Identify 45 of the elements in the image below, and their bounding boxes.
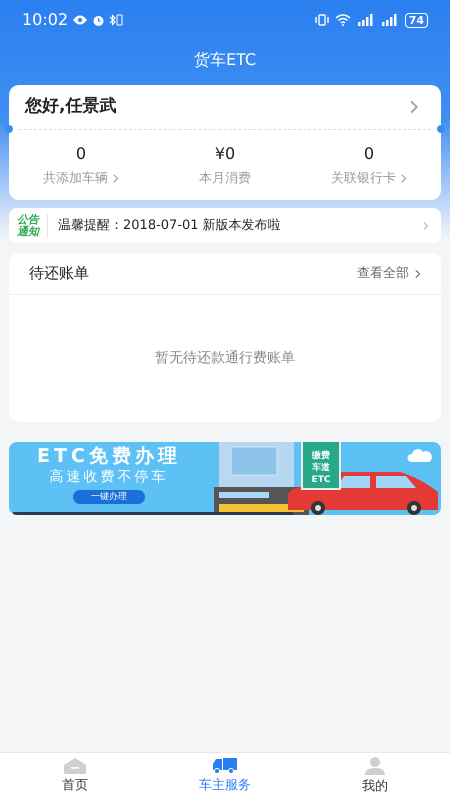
banner-subtitle: 高速收费不停车 bbox=[50, 468, 168, 486]
cloud-icon bbox=[407, 448, 433, 462]
truck-icon bbox=[213, 758, 237, 774]
view-all-link[interactable]: 查看全部 bbox=[357, 264, 421, 284]
sign-text: ETC bbox=[312, 474, 330, 486]
promo-banner[interactable]: 缴费 车道 ETC ETC免费办理 高速收费不停车 一键办理 bbox=[9, 442, 441, 515]
bluetooth-icon bbox=[109, 13, 124, 27]
sign-text: 缴费 bbox=[312, 450, 330, 462]
stat-value: 0 bbox=[364, 142, 374, 165]
alarm-icon bbox=[92, 14, 106, 26]
empty-message: 暂无待还款通行费账单 bbox=[155, 349, 295, 368]
card-notch bbox=[437, 125, 445, 133]
eye-icon bbox=[72, 14, 88, 26]
tab-item[interactable]: 我的 bbox=[300, 753, 450, 800]
sign-text: 车道 bbox=[312, 462, 330, 474]
stat-label[interactable]: 关联银行卡 bbox=[331, 168, 396, 188]
stat-value: ¥0 bbox=[214, 142, 236, 165]
chevron-icon bbox=[423, 220, 429, 230]
chevron-icon bbox=[410, 100, 419, 114]
chevron-icon bbox=[113, 174, 119, 183]
stat-label: 本月消费 bbox=[199, 170, 251, 188]
card-notch bbox=[5, 125, 13, 133]
battery-level: 74 bbox=[404, 12, 428, 28]
notice-badge-text: 通知 bbox=[17, 226, 39, 238]
signal-icon bbox=[380, 14, 399, 26]
chevron-icon bbox=[415, 268, 421, 278]
notice-text: 温馨提醒：2018-07-01 新版本发布啦 bbox=[58, 216, 282, 235]
greeting-text: 您好,任景武 bbox=[25, 95, 116, 118]
wifi-icon bbox=[334, 14, 351, 26]
vibrate-icon bbox=[314, 14, 329, 26]
notice-badge-text: 公告 bbox=[17, 214, 39, 226]
tab-item[interactable]: 首页 bbox=[0, 753, 150, 800]
signal-icon bbox=[356, 14, 375, 26]
home-icon bbox=[64, 758, 86, 774]
stat-label[interactable]: 共添加车辆 bbox=[43, 168, 108, 188]
chevron-icon bbox=[401, 174, 407, 183]
tab-item[interactable]: 车主服务 bbox=[150, 753, 300, 800]
status-time: 10:02 bbox=[22, 9, 68, 31]
page-title: 货车ETC bbox=[194, 49, 256, 71]
stat-value: 0 bbox=[76, 142, 86, 165]
apply-button[interactable]: 一键办理 bbox=[73, 490, 145, 504]
person-icon bbox=[365, 756, 385, 775]
section-title: 待还账单 bbox=[29, 263, 89, 284]
notice-bar[interactable]: 公告 通知 温馨提醒：2018-07-01 新版本发布啦 bbox=[9, 208, 441, 243]
banner-title: ETC免费办理 bbox=[37, 444, 181, 468]
